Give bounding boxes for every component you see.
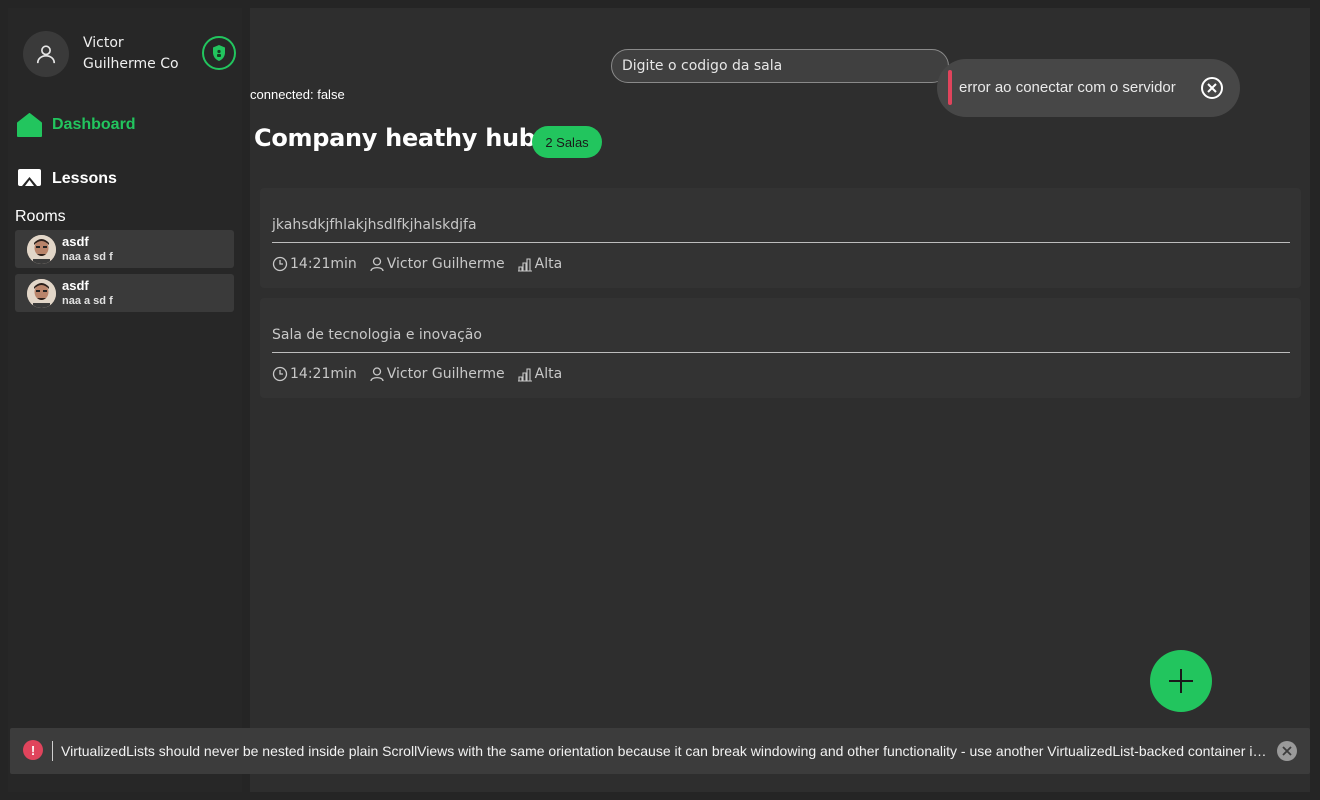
- add-room-button[interactable]: [1150, 650, 1212, 712]
- user-icon: [370, 257, 384, 272]
- clock-icon: [272, 366, 288, 382]
- divider: [272, 242, 1290, 243]
- room-avatar: [27, 279, 56, 308]
- shield-icon[interactable]: [202, 36, 236, 70]
- room-meta: 14:21min Victor Guilherme Alta: [272, 256, 574, 272]
- rooms-heading: Rooms: [15, 208, 66, 225]
- error-toast: error ao conectar com o servidor: [937, 59, 1240, 117]
- room-code-input[interactable]: [611, 49, 949, 83]
- home-icon: [17, 113, 42, 137]
- room-name: asdf: [62, 234, 89, 249]
- room-avatar: [27, 235, 56, 264]
- room-item[interactable]: asdf naa a sd f: [15, 230, 234, 268]
- signal-icon: [517, 368, 532, 382]
- close-circle-icon[interactable]: [1200, 76, 1224, 100]
- room-duration: 14:21min: [290, 366, 357, 382]
- toast-message: error ao conectar com o servidor: [959, 79, 1176, 96]
- user-avatar[interactable]: [23, 31, 69, 77]
- user-icon: [370, 367, 384, 382]
- warning-banner[interactable]: ! VirtualizedLists should never be neste…: [10, 728, 1310, 774]
- room-level: Alta: [534, 366, 563, 382]
- room-list-item[interactable]: Sala de tecnologia e inovação 14:21min V…: [260, 298, 1301, 398]
- room-name: asdf: [62, 278, 89, 293]
- signal-icon: [517, 258, 532, 272]
- room-title: jkahsdkjfhlakjhsdlfkjhalskdjfa: [272, 217, 477, 233]
- toast-error-bar: [948, 70, 952, 105]
- user-name: Victor Guilherme Co: [83, 35, 179, 72]
- plus-icon: [1169, 669, 1193, 693]
- nav-label-lessons: Lessons: [52, 170, 117, 187]
- room-meta: 14:21min Victor Guilherme Alta: [272, 366, 574, 382]
- room-level: Alta: [534, 256, 563, 272]
- warning-icon: !: [23, 740, 43, 760]
- nav-item-lessons[interactable]: Lessons: [17, 168, 117, 190]
- room-subtitle: naa a sd f: [62, 295, 113, 307]
- screen-share-icon: [18, 169, 41, 186]
- room-item[interactable]: asdf naa a sd f: [15, 274, 234, 312]
- divider: [272, 352, 1290, 353]
- room-title: Sala de tecnologia e inovação: [272, 327, 482, 343]
- room-subtitle: naa a sd f: [62, 251, 113, 263]
- room-owner: Victor Guilherme: [386, 366, 505, 382]
- room-duration: 14:21min: [290, 256, 357, 272]
- nav-item-dashboard[interactable]: Dashboard: [17, 113, 136, 137]
- warning-message: VirtualizedLists should never be nested …: [61, 743, 1271, 759]
- room-owner: Victor Guilherme: [386, 256, 505, 272]
- user-icon: [36, 45, 56, 64]
- connection-status: connected: false: [250, 87, 345, 102]
- nav-label-dashboard: Dashboard: [52, 116, 136, 133]
- rooms-count-badge: 2 Salas: [532, 126, 602, 158]
- clock-icon: [272, 256, 288, 272]
- dismiss-warning-icon[interactable]: [1277, 741, 1297, 761]
- divider: [52, 741, 53, 761]
- room-list-item[interactable]: jkahsdkjfhlakjhsdlfkjhalskdjfa 14:21min …: [260, 188, 1301, 288]
- page-title: Company heathy hub: [254, 124, 536, 152]
